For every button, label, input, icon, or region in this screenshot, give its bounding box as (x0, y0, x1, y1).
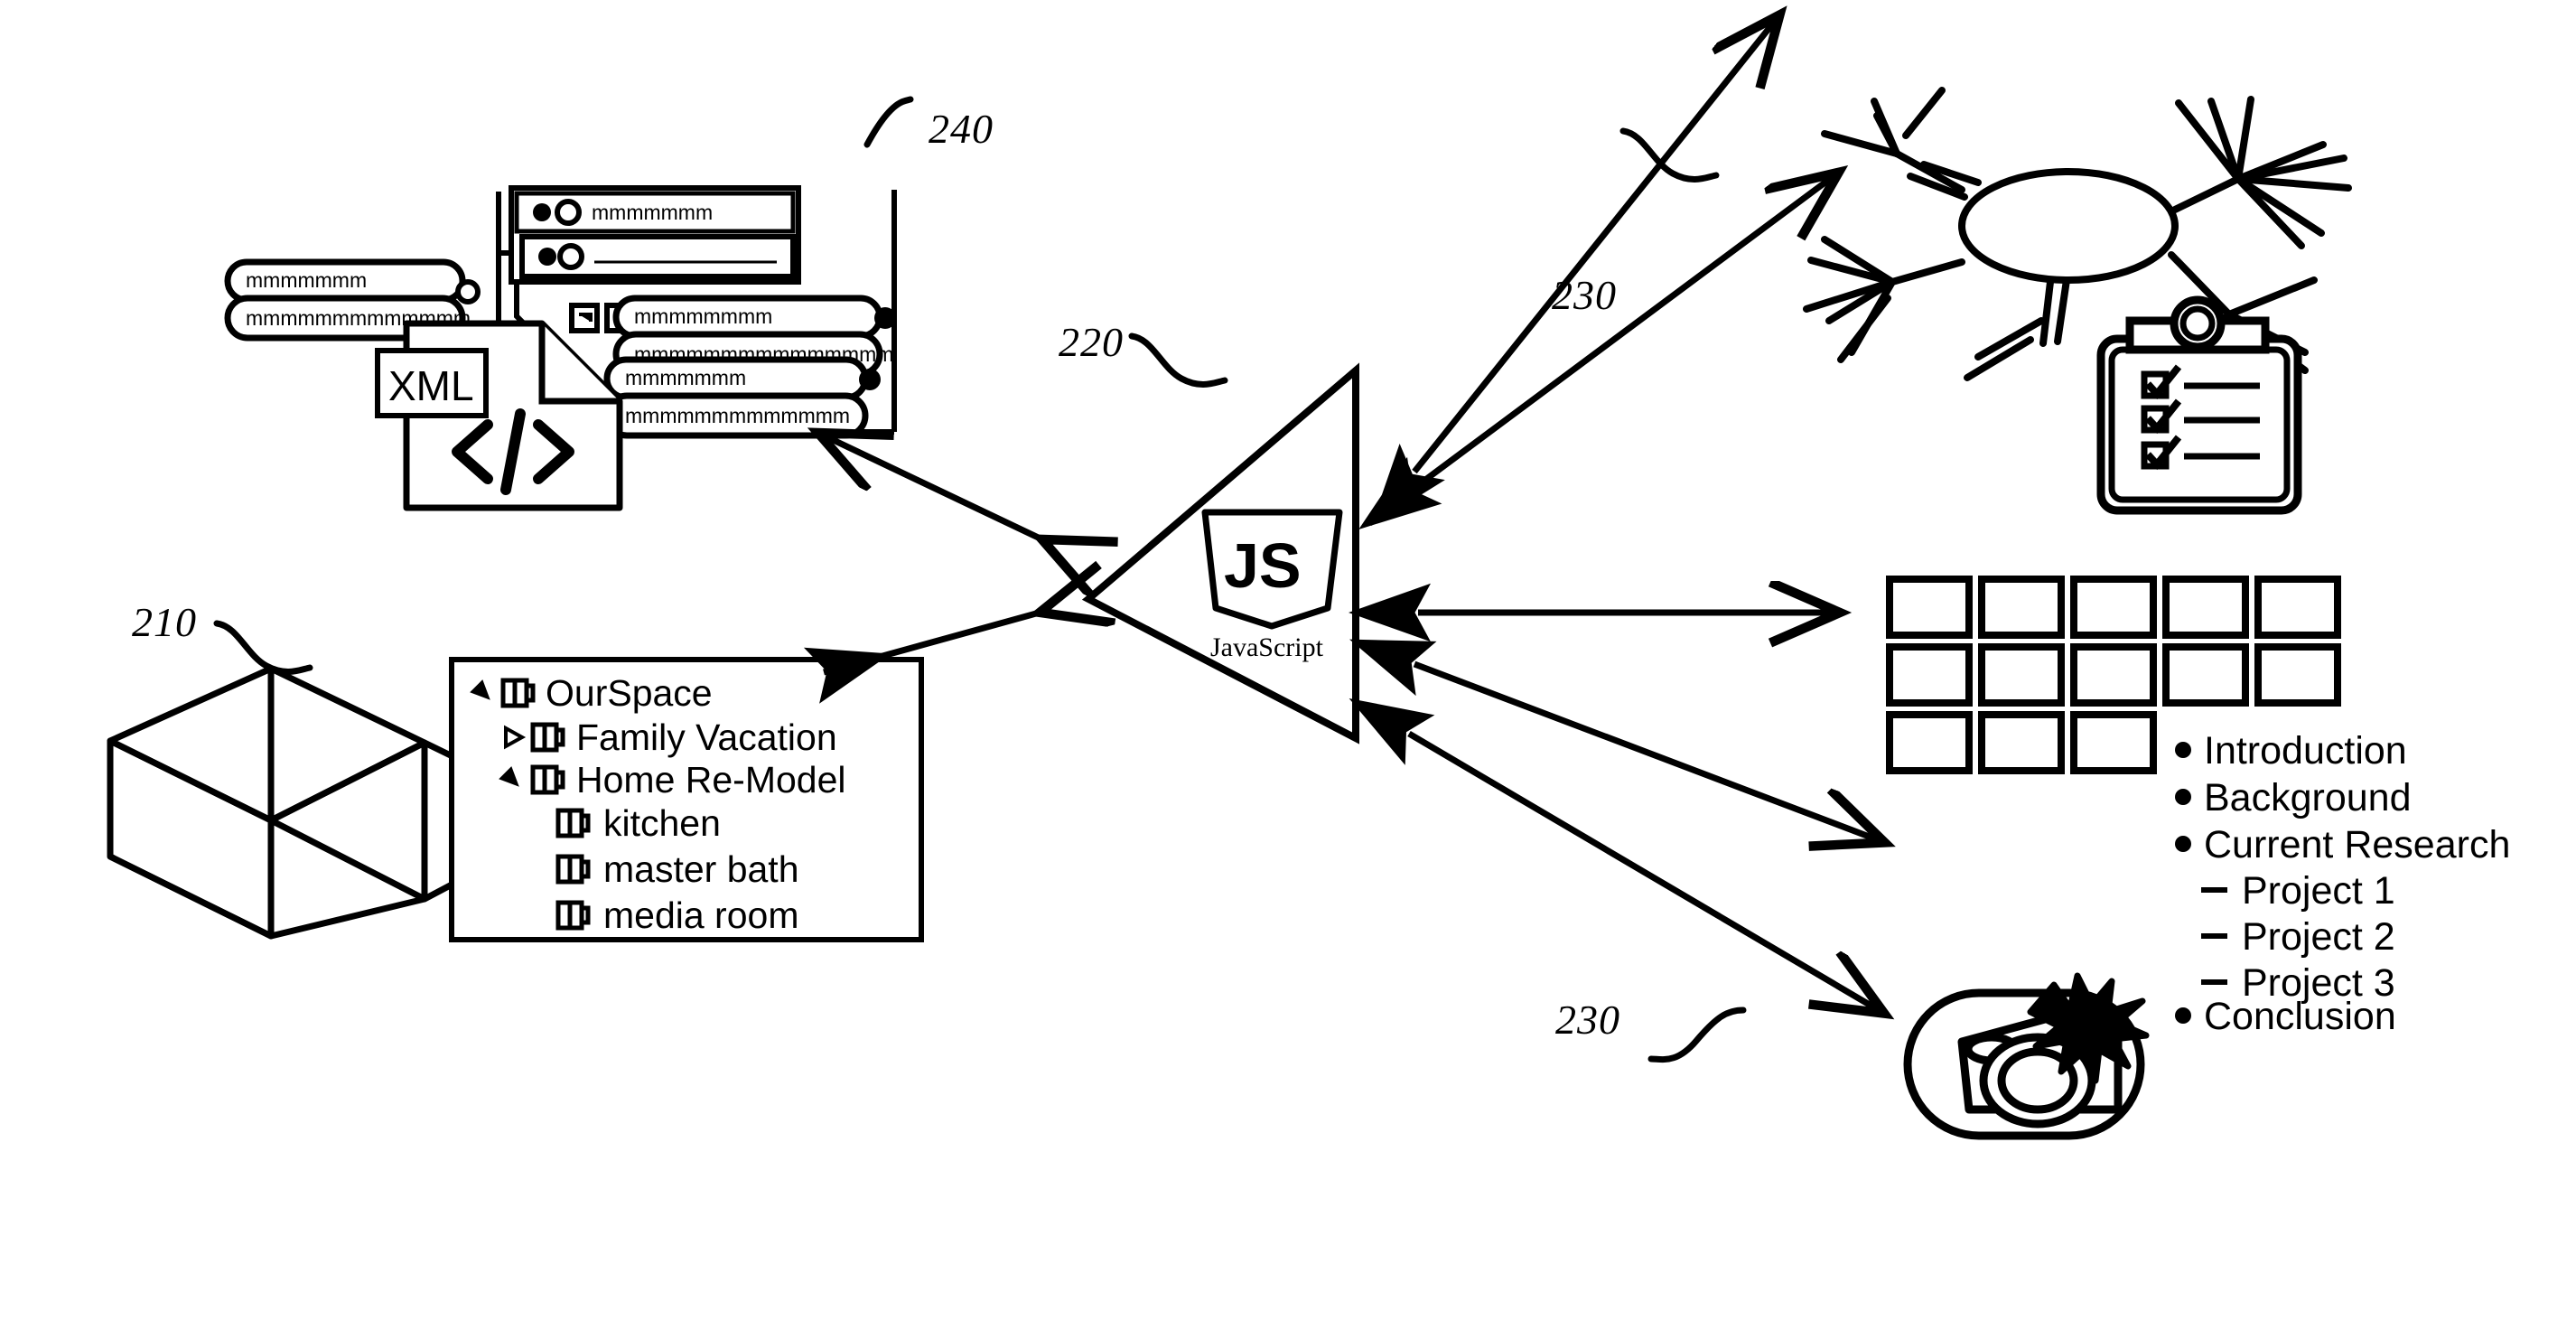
form-pill-label: mmmmmmmmmmmmm (625, 404, 850, 427)
outline-item: Background (2204, 776, 2412, 819)
grid-tile (1886, 711, 1973, 774)
leader-240 (863, 96, 914, 148)
connector-engine-to-clipboard (1414, 176, 1834, 488)
tree-item-label: Family Vacation (576, 716, 837, 758)
grid-tile (2162, 643, 2249, 707)
grid-tile (2070, 576, 2157, 639)
form-pill-label: mmmmmmm (625, 366, 746, 389)
bullet-icon (2175, 742, 2191, 758)
patent-figure: OurSpace Family Vacation Home Re-Model k… (0, 0, 2576, 1339)
connector-engine-to-tree (824, 611, 1046, 672)
xml-badge-label: XML (388, 362, 474, 409)
grid-tile (1978, 643, 2065, 707)
connector-engine-to-camera (1409, 734, 1879, 1010)
bullet-icon (2175, 789, 2191, 805)
leader-230-bottom (1647, 1007, 1747, 1063)
grid-tile (2070, 643, 2157, 707)
tree-item-label: media room (603, 894, 798, 936)
outline-item: Project 1 (2242, 869, 2395, 913)
xml-document-icon[interactable]: XML (375, 320, 623, 511)
connector-node (874, 307, 896, 329)
tree-row-kitchen[interactable]: kitchen (555, 802, 721, 844)
tree-item-label: OurSpace (546, 672, 713, 714)
connector-node (859, 369, 881, 390)
radio-button[interactable] (555, 199, 582, 226)
tree-item-label: master bath (603, 848, 799, 890)
form-top-panel[interactable]: mmmmmmm (509, 185, 801, 285)
form-pill-label: mmmmmmm (246, 268, 367, 292)
connector-engine-to-network (1414, 20, 1776, 472)
outline-item: Current Research (2204, 823, 2510, 866)
leader-210 (213, 620, 313, 675)
tree-item-label: kitchen (603, 802, 721, 844)
reference-numeral-230-bottom: 230 (1555, 997, 1620, 1043)
connector-engine-to-outline (1414, 664, 1879, 840)
figure-canvas: OurSpace Family Vacation Home Re-Model k… (107, 0, 2510, 1140)
bullet-icon (2175, 836, 2191, 852)
radio-dot-icon (538, 248, 556, 266)
reference-numeral-210: 210 (132, 599, 197, 645)
bullet-icon (2175, 1007, 2191, 1024)
radio-dot-icon (533, 203, 551, 221)
form-row-label: mmmmmmm (592, 201, 713, 224)
outline-item: Project 2 (2242, 915, 2395, 959)
connector-node (455, 279, 481, 304)
reference-numeral-240: 240 (929, 106, 994, 152)
reference-numeral-230-top: 230 (1552, 272, 1617, 318)
js-logo-text: JS (1224, 530, 1302, 601)
grid-tile (1978, 576, 2065, 639)
grid-tile (2162, 576, 2249, 639)
form-pill-label: mmmmmmmm (634, 304, 772, 328)
outline-item: Introduction (2204, 729, 2407, 772)
radio-button[interactable] (557, 243, 584, 270)
grid-tile (2254, 576, 2341, 639)
grid-tile (2254, 643, 2341, 707)
tree-row-family-vacation[interactable]: Family Vacation (504, 716, 837, 758)
leader-lines (213, 96, 1747, 1063)
leader-220 (1128, 332, 1228, 388)
camera-flash-icon (1903, 972, 2150, 1140)
js-logo-caption: JavaScript (1210, 632, 1324, 662)
outline-item: Conclusion (2204, 995, 2396, 1038)
reference-numeral-220: 220 (1059, 319, 1124, 365)
javascript-engine[interactable]: JS JavaScript (1081, 362, 1359, 744)
grid-tile (1886, 643, 1973, 707)
clipboard-checklist-icon (2096, 295, 2302, 515)
tree-item-label: Home Re-Model (576, 759, 846, 801)
grid-tile (1978, 711, 2065, 774)
grid-tile (1886, 576, 1973, 639)
connector-engine-to-xml (824, 435, 1048, 542)
dropdown-button[interactable] (569, 303, 600, 333)
form-right-fields[interactable]: mmmmmmmm mmmmmmmmmmmmmmm mmmmmmm mmmmmmm… (603, 295, 896, 439)
presentation-outline: Introduction Background Current Research… (2175, 729, 2510, 1038)
grid-tile (2070, 711, 2157, 774)
